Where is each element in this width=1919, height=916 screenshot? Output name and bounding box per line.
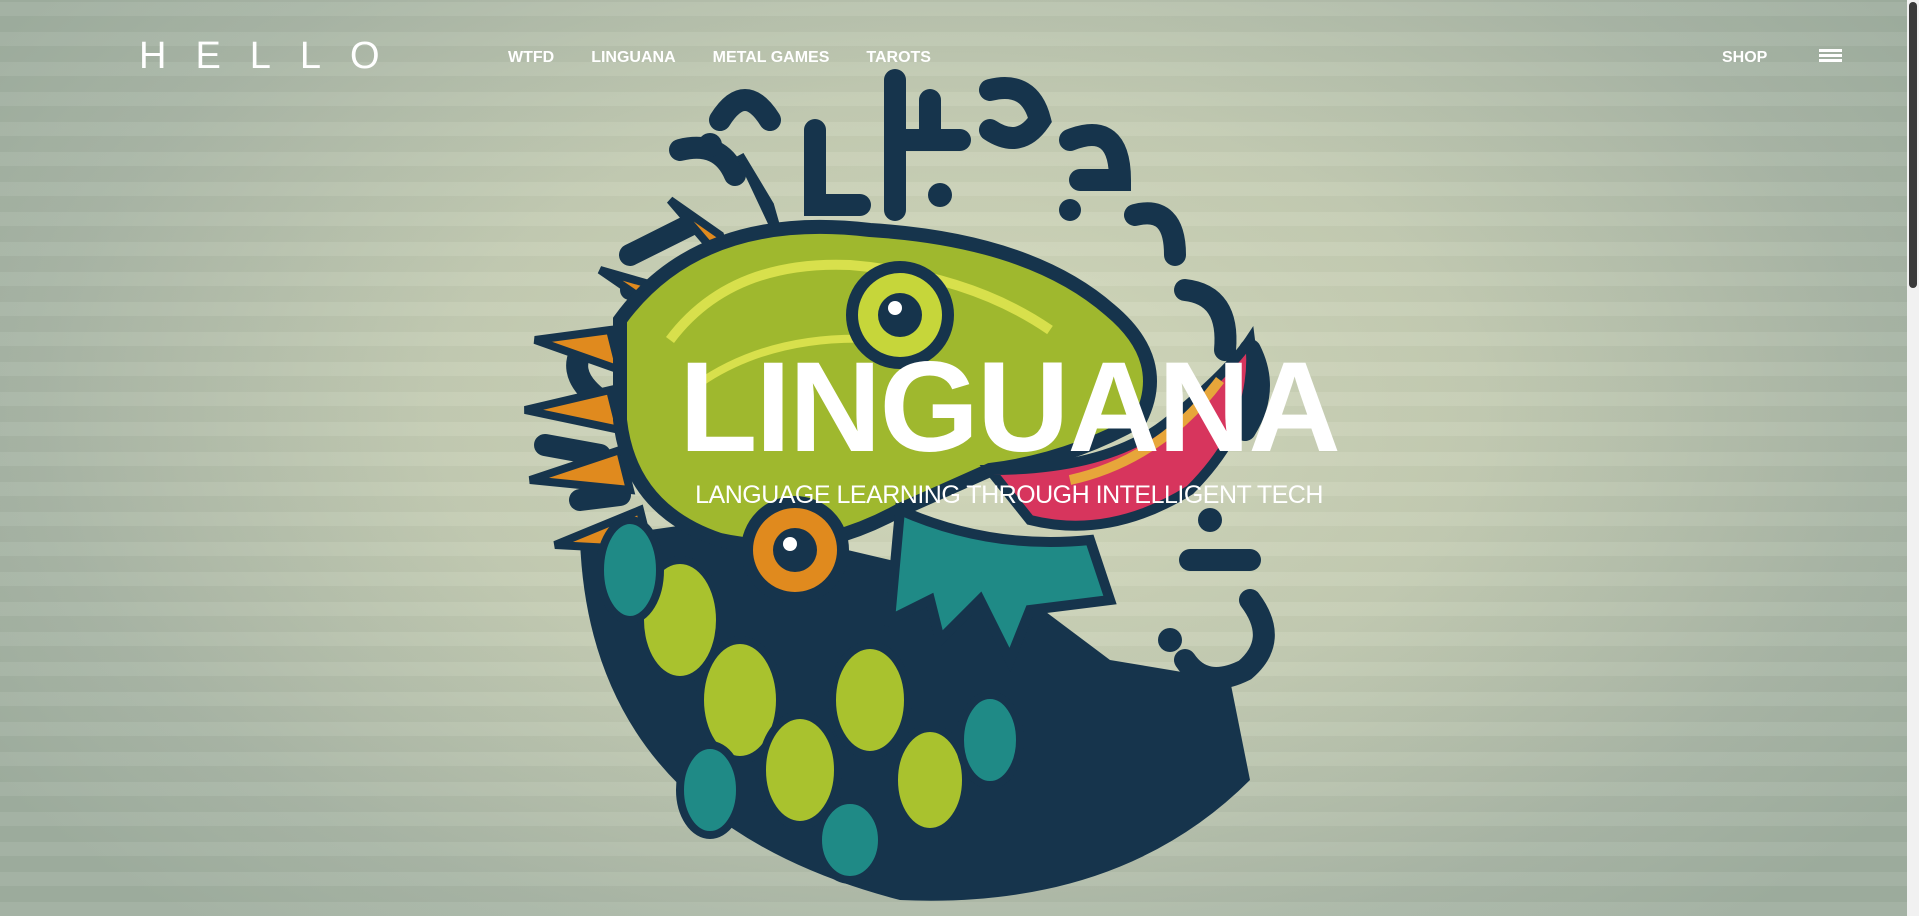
site-header: HELLO WTFD LINGUANA METAL GAMES TAROTS S…	[0, 0, 1907, 116]
page: HELLO WTFD LINGUANA METAL GAMES TAROTS S…	[0, 0, 1919, 916]
hamburger-menu-icon[interactable]	[1819, 49, 1842, 65]
scrollbar[interactable]	[1907, 0, 1919, 916]
logo[interactable]: HELLO	[139, 36, 409, 76]
nav-item-tarots[interactable]: TAROTS	[866, 48, 931, 68]
nav-item-wtfd[interactable]: WTFD	[508, 48, 554, 68]
nav-item-metal-games[interactable]: METAL GAMES	[713, 48, 830, 68]
shop-link[interactable]: SHOP	[1722, 48, 1767, 68]
main-nav: WTFD LINGUANA METAL GAMES TAROTS	[508, 48, 968, 68]
hero-title: LINGUANA	[679, 336, 1341, 479]
nav-item-linguana[interactable]: LINGUANA	[591, 48, 675, 68]
hero-subtitle: LANGUAGE LEARNING THROUGH INTELLIGENT TE…	[695, 481, 1323, 509]
scrollbar-thumb[interactable]	[1909, 2, 1917, 288]
